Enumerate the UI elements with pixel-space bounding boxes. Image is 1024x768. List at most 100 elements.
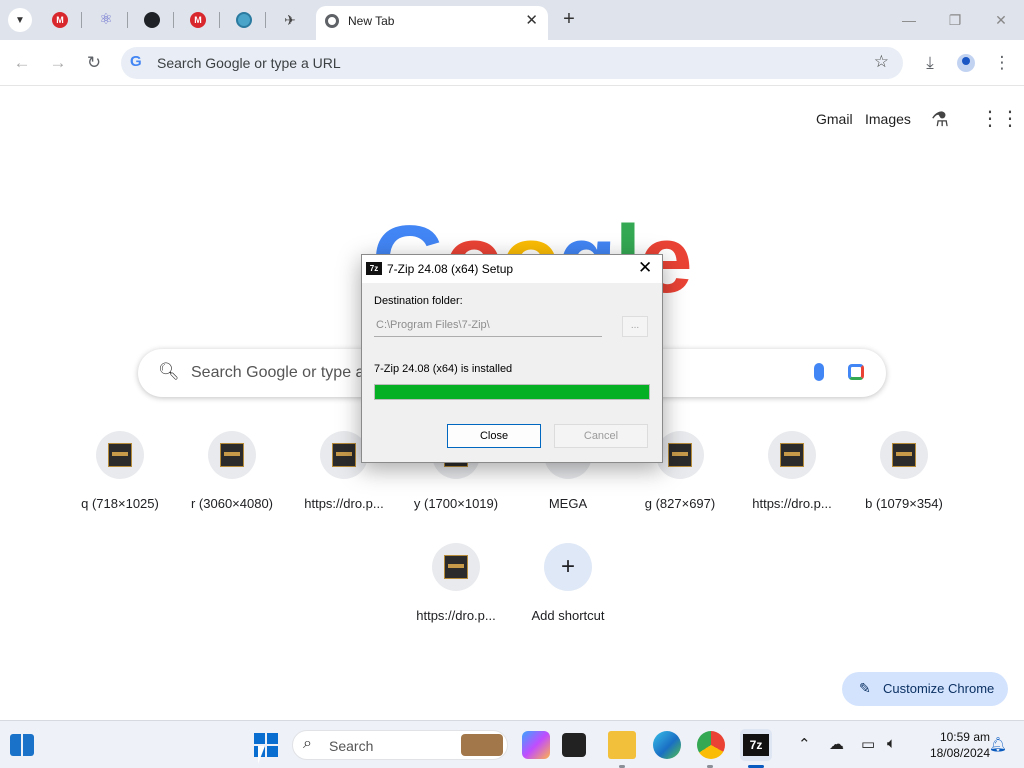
profile-button[interactable] (952, 49, 980, 77)
shortcut-favicon (768, 431, 816, 479)
avatar (957, 54, 975, 72)
shortcut-tile[interactable]: b (1079×354) (848, 431, 960, 531)
notification-bell-icon[interactable]: 🔔︎ (989, 736, 1007, 752)
shortcut-label: https://dro.p... (752, 496, 832, 511)
taskbar-search-label: Search (329, 738, 374, 754)
pinned-tab-mega[interactable]: M (47, 8, 73, 32)
pinned-tab-react[interactable]: ⚛ (93, 8, 119, 32)
image-thumbnail-icon (332, 443, 356, 467)
shortcut-label: Add shortcut (531, 608, 605, 623)
add-shortcut-button[interactable]: + Add shortcut (512, 543, 624, 643)
file-explorer-icon[interactable] (608, 731, 636, 759)
images-link[interactable]: Images (865, 111, 911, 127)
shortcut-tile[interactable]: https://dro.p... (736, 431, 848, 531)
shortcut-label: g (827×697) (644, 496, 716, 511)
copilot-icon[interactable] (522, 731, 550, 759)
close-tab-icon[interactable]: ✕ (525, 11, 538, 29)
tab-new-tab[interactable]: New Tab ✕ (316, 6, 548, 40)
volume-muted-icon[interactable]: 🔈︎ (887, 735, 896, 752)
tab-search-button[interactable]: ▼ (8, 8, 32, 32)
shortcut-label: https://dro.p... (304, 496, 384, 511)
shortcut-favicon (208, 431, 256, 479)
pinned-tab-globe[interactable] (231, 8, 257, 32)
menu-kebab-icon[interactable]: ⋮ (988, 49, 1016, 77)
apps-grid-icon[interactable]: ⋮⋮ (980, 106, 1020, 131)
shortcut-tile[interactable]: q (718×1025) (64, 431, 176, 531)
reload-button[interactable]: ↻ (80, 49, 108, 77)
react-icon: ⚛ (99, 11, 113, 28)
pinned-tab-github[interactable] (139, 8, 165, 32)
image-thumbnail-icon (892, 443, 916, 467)
tab-strip: ▼ M ⚛ M ✈ New Tab ✕ + — ❐ ✕ (0, 0, 1024, 40)
monitor-icon[interactable]: ▭ (861, 735, 875, 753)
system-clock[interactable]: 10:59 am 18/08/2024 (914, 729, 990, 761)
pinned-tab-figure[interactable]: ✈ (277, 8, 303, 32)
shortcut-label: MEGA (548, 496, 588, 511)
github-icon (144, 12, 160, 28)
customize-chrome-button[interactable]: ✎ Customize Chrome (842, 672, 1008, 706)
minimize-button[interactable]: — (894, 8, 924, 32)
clock-time: 10:59 am (939, 730, 990, 744)
shortcut-favicon (880, 431, 928, 479)
image-thumbnail-icon (780, 443, 804, 467)
tab-separator (219, 12, 220, 28)
new-tab-button[interactable]: + (558, 8, 580, 30)
close-window-button[interactable]: ✕ (986, 8, 1016, 32)
gmail-link[interactable]: Gmail (816, 111, 853, 127)
back-button[interactable]: ← (8, 49, 36, 77)
tab-separator (127, 12, 128, 28)
taskbar-search-box[interactable]: ⌕ Search (292, 730, 508, 760)
mega-icon: M (190, 12, 206, 28)
close-button[interactable]: Close (447, 424, 541, 448)
7zip-taskbar-button[interactable]: 7z (740, 729, 772, 761)
globe-icon (236, 12, 252, 28)
image-thumbnail-icon (668, 443, 692, 467)
shortcut-label: b (1079×354) (865, 496, 943, 511)
edge-icon[interactable] (653, 731, 681, 759)
dialog-close-icon[interactable]: ✕ (638, 258, 652, 278)
microphone-icon[interactable] (814, 363, 824, 381)
chrome-icon[interactable] (697, 731, 725, 759)
chevron-down-icon: ▼ (15, 14, 25, 26)
setup-dialog: 7z 7-Zip 24.08 (x64) Setup ✕ Destination… (361, 254, 663, 463)
browse-button[interactable]: ... (622, 316, 648, 337)
widgets-icon[interactable] (10, 734, 34, 756)
tab-separator (265, 12, 266, 28)
cancel-button[interactable]: Cancel (554, 424, 648, 448)
progress-fill (375, 385, 649, 399)
downloads-icon[interactable]: ⤓ (916, 49, 944, 77)
chevron-up-icon[interactable]: ⌃ (798, 735, 811, 753)
labs-flask-icon[interactable]: ⚗ (931, 107, 949, 132)
search-icon: ⌕ (303, 735, 312, 752)
plus-icon: + (560, 553, 575, 580)
install-progress-bar (374, 384, 650, 400)
tab-title: New Tab (348, 14, 395, 28)
shortcut-label: y (1700×1019) (413, 496, 499, 511)
pinned-tab-mega-2[interactable]: M (185, 8, 211, 32)
dialog-title: 7-Zip 24.08 (x64) Setup (387, 262, 514, 276)
terminal-icon[interactable] (562, 733, 586, 757)
omnibox-input[interactable]: Search Google or type a URL (157, 55, 341, 71)
bookmark-star-icon[interactable]: ☆ (874, 52, 889, 72)
shortcut-favicon (432, 543, 480, 591)
clock-date: 18/08/2024 (929, 746, 990, 760)
shortcut-tile[interactable]: r (3060×4080) (176, 431, 288, 531)
restore-button[interactable]: ❐ (940, 8, 970, 32)
destination-folder-field[interactable]: C:\Program Files\7-Zip\ (374, 316, 602, 337)
dialog-titlebar[interactable]: 7z 7-Zip 24.08 (x64) Setup ✕ (362, 255, 662, 283)
omnibox[interactable]: G Search Google or type a URL ☆ (121, 47, 903, 79)
7zip-app-icon: 7z (366, 262, 382, 275)
figure-icon: ✈ (284, 12, 296, 28)
tab-separator (81, 12, 82, 28)
install-status-text: 7-Zip 24.08 (x64) is installed (374, 363, 513, 375)
forward-button[interactable]: → (44, 49, 72, 77)
destination-folder-label: Destination folder: (374, 295, 463, 307)
onedrive-cloud-icon[interactable]: ☁ (829, 735, 844, 753)
shortcut-label: q (718×1025) (81, 496, 159, 511)
search-icon: 🔍︎ (158, 362, 180, 381)
mouse-cursor-icon (258, 746, 265, 764)
shortcut-tile[interactable]: https://dro.p... (400, 543, 512, 643)
add-shortcut-circle: + (544, 543, 592, 591)
google-lens-icon[interactable] (848, 364, 864, 380)
shortcut-favicon (96, 431, 144, 479)
